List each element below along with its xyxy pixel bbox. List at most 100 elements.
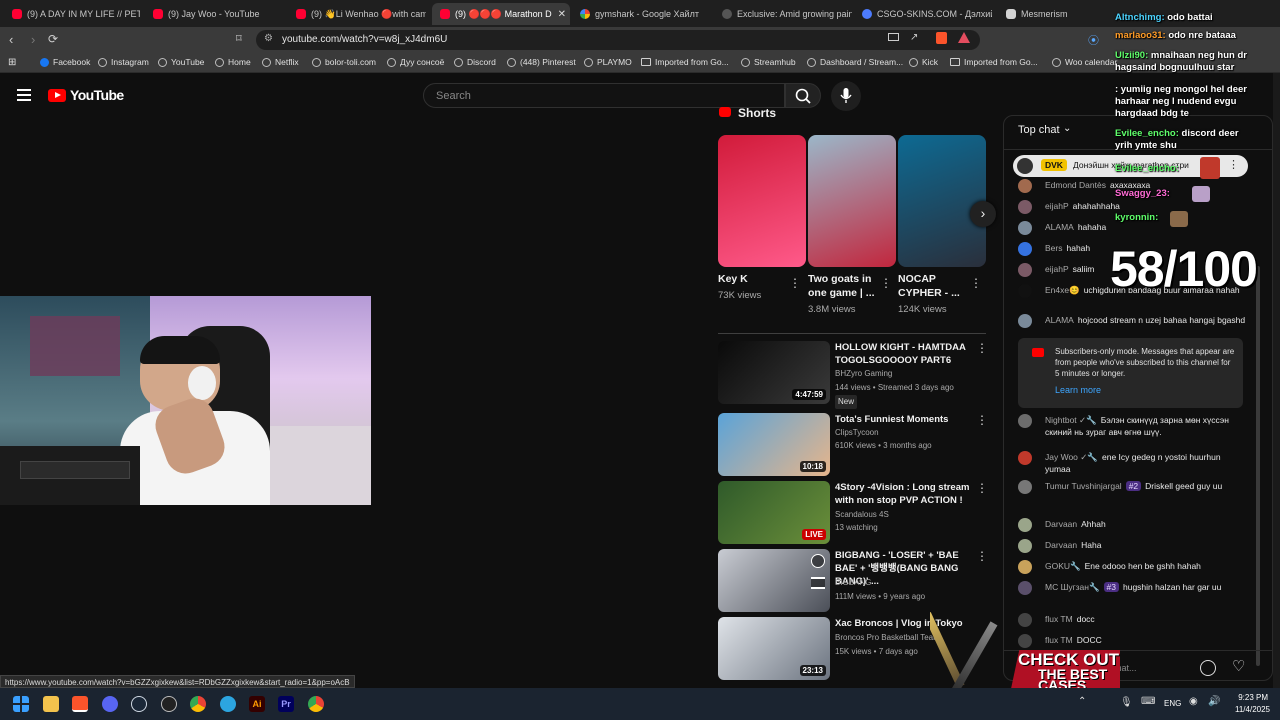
bookmark-folder[interactable]: Imported from Go... (950, 57, 1038, 67)
video-player[interactable] (0, 296, 371, 505)
heart-icon[interactable]: ♡ (1232, 657, 1245, 675)
avatar[interactable] (1018, 581, 1032, 595)
shorts-next-icon[interactable]: › (970, 201, 996, 227)
more-options-icon[interactable]: ⋮ (976, 413, 988, 427)
bookmark-folder[interactable]: Imported from Go... (641, 57, 729, 67)
watch-later-icon[interactable] (811, 554, 825, 568)
search-input[interactable]: Search (423, 83, 785, 108)
channel-name[interactable]: Scandalous 4S (835, 508, 889, 522)
avatar[interactable] (1018, 200, 1032, 214)
short-title[interactable]: Two goats in one game | ... (808, 272, 884, 300)
keyboard-tray-icon[interactable]: ⌨ (1141, 696, 1155, 707)
avatar[interactable] (1018, 314, 1032, 328)
chat-message[interactable]: eijahP ahahahhaha (1018, 200, 1248, 214)
avatar[interactable] (1018, 480, 1032, 494)
browser-tab[interactable]: gymshark - Google Хайлт (580, 3, 712, 25)
steam-icon[interactable] (131, 696, 147, 712)
chat-author[interactable]: Darvaan (1045, 519, 1077, 529)
avatar[interactable] (1018, 451, 1032, 465)
avatar[interactable] (1018, 414, 1032, 428)
chat-author[interactable]: Tumur Tuvshinjargal (1045, 481, 1122, 491)
add-to-queue-icon[interactable] (811, 577, 825, 589)
chat-scrollbar[interactable] (1256, 266, 1260, 666)
volume-icon[interactable]: 🔊 (1208, 696, 1220, 707)
clock-time[interactable]: 9:23 PM (1236, 693, 1268, 702)
learn-more-link[interactable]: Learn more (1055, 385, 1101, 395)
avatar[interactable] (1018, 560, 1032, 574)
short-thumbnail[interactable] (898, 135, 986, 267)
close-tab-icon[interactable]: ✕ (558, 9, 566, 20)
more-options-icon[interactable]: ⋮ (976, 341, 988, 355)
chat-author[interactable]: ALAMA (1045, 315, 1074, 325)
video-thumbnail[interactable] (718, 549, 830, 612)
bookmark-duu-sonsoyo[interactable]: Дуу сонсоё (387, 57, 444, 67)
chat-author[interactable]: Edmond Dantès (1045, 180, 1106, 190)
chat-message[interactable]: Darvaan Ahhah (1018, 518, 1248, 532)
language-indicator[interactable]: ENG (1164, 699, 1181, 708)
chat-author[interactable]: En4xe😊 (1045, 285, 1080, 295)
bookmark-icon[interactable]: ⌑ (236, 32, 242, 45)
obs-icon[interactable] (161, 696, 177, 712)
chat-message[interactable]: GOKU🔧 Ene odooo hen be gshh hahah (1018, 560, 1248, 574)
extension-icon[interactable]: ⦿ (1088, 32, 1099, 48)
short-thumbnail[interactable] (808, 135, 896, 267)
avatar[interactable] (1018, 284, 1032, 298)
browser-tab-active[interactable]: (9) 🔴🔴🔴 Marathon Da ✕ (432, 3, 570, 25)
more-options-icon[interactable]: ⋮ (970, 276, 982, 290)
chat-author[interactable]: ALAMA (1045, 222, 1074, 232)
chat-message[interactable]: Darvaan Haha (1018, 539, 1248, 553)
cast-icon[interactable] (888, 33, 899, 41)
chat-author[interactable]: eijahP (1045, 264, 1069, 274)
browser-tab[interactable]: Mesmerism (1006, 3, 1106, 25)
browser-tab[interactable]: (9) A DAY IN MY LIFE // PETER (12, 3, 140, 25)
youtube-logo-icon[interactable] (48, 89, 66, 102)
avatar[interactable] (1018, 263, 1032, 277)
video-thumbnail[interactable]: 10:18 (718, 413, 830, 476)
back-icon[interactable]: ‹ (9, 32, 13, 47)
chrome-icon[interactable] (308, 696, 324, 712)
video-title[interactable]: 4Story -4Vision : Long stream with non s… (835, 481, 975, 507)
brave-browser-icon[interactable] (72, 696, 88, 712)
brave-shield-icon[interactable] (936, 32, 947, 44)
browser-tab[interactable]: Exclusive: Amid growing pains (722, 3, 852, 25)
more-options-icon[interactable]: ⋮ (976, 481, 988, 495)
chat-message[interactable]: ALAMA hojcood stream n uzej bahaa hangaj … (1018, 314, 1248, 328)
chat-author[interactable]: eijahP (1045, 201, 1069, 211)
chat-author[interactable]: GOKU🔧 (1045, 561, 1081, 571)
bookmark-bolor-toli[interactable]: bolor-toli.com (312, 57, 376, 67)
chat-author[interactable]: MC Шугзан🔧 (1045, 582, 1100, 592)
channel-name[interactable]: Broncos Pro Basketball Team (835, 631, 940, 645)
avatar[interactable] (1018, 518, 1032, 532)
tray-chevron-icon[interactable]: ⌃ (1078, 696, 1086, 707)
illustrator-icon[interactable]: Ai (249, 696, 265, 712)
share-icon[interactable]: ↗ (910, 32, 918, 43)
brave-rewards-icon[interactable] (958, 32, 970, 43)
site-info-icon[interactable]: ⚙ (264, 33, 273, 44)
voice-search-button[interactable] (831, 81, 861, 111)
chrome-icon[interactable] (190, 696, 206, 712)
chat-author[interactable]: Nightbot ✓🔧 (1045, 415, 1097, 425)
bookmark-streamhub[interactable]: Streamhub (741, 57, 796, 67)
chat-message[interactable]: Nightbot ✓🔧 Бэлэн скинүүд зарна мөн хүссэ… (1018, 414, 1248, 438)
bookmark-netflix[interactable]: Netflix (262, 57, 299, 67)
browser-tab[interactable]: (9) Jay Woo - YouTube (153, 3, 288, 25)
discord-icon[interactable] (102, 696, 118, 712)
chat-message[interactable]: MC Шугзан🔧 #3 hugshin halzan har gar uu (1018, 581, 1248, 595)
bookmark-discord[interactable]: Discord (454, 57, 496, 67)
avatar[interactable] (1018, 179, 1032, 193)
bookmark-facebook[interactable]: Facebook (40, 57, 90, 67)
video-thumbnail[interactable]: LIVE (718, 481, 830, 544)
chevron-down-icon[interactable]: ⌄ (1063, 123, 1071, 134)
bookmark-pinterest[interactable]: (448) Pinterest (507, 57, 576, 67)
more-options-icon[interactable]: ⋮ (976, 549, 988, 563)
short-title[interactable]: NOCAP CYPHER - ... (898, 272, 974, 300)
channel-name[interactable]: BHZyro Gaming (835, 367, 892, 381)
video-title[interactable]: Tota's Funniest Moments (835, 413, 975, 426)
chat-message[interactable]: Jay Woo ✓🔧 ene Icy gedeg n yostoi huurhun… (1018, 451, 1248, 475)
short-title[interactable]: Key K (718, 272, 794, 286)
bookmark-kick[interactable]: Kick (909, 57, 938, 67)
avatar[interactable] (1018, 221, 1032, 235)
avatar[interactable] (1018, 242, 1032, 256)
chat-author[interactable]: Jay Woo ✓🔧 (1045, 452, 1098, 462)
telegram-icon[interactable] (220, 696, 236, 712)
